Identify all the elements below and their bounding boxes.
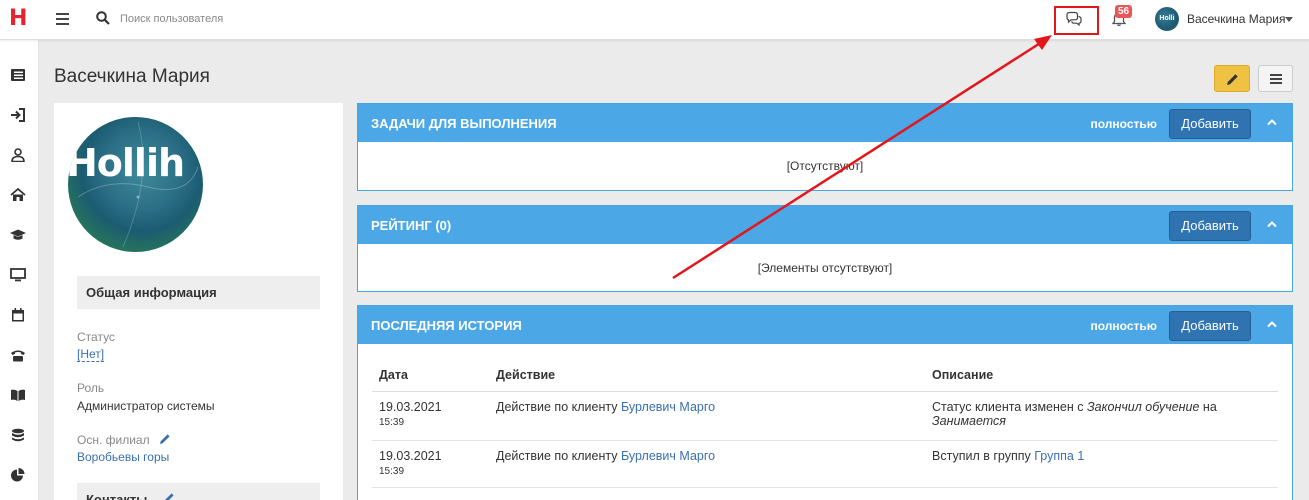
status-label: Статус (77, 330, 115, 344)
client-link[interactable]: Бурлевич Марго (621, 400, 715, 414)
history-panel-header: ПОСЛЕДНЯЯ ИСТОРИЯ полностью Добавить (358, 306, 1292, 344)
row-date: 19.03.2021 (379, 448, 442, 463)
phone-icon[interactable] (10, 348, 26, 362)
profile-avatar: Hollih (68, 117, 203, 252)
user-icon[interactable] (10, 148, 26, 162)
tasks-collapse-chevron-icon[interactable] (1267, 118, 1277, 126)
history-add-button[interactable]: Добавить (1169, 311, 1251, 341)
history-table: Дата Действие Описание 19.03.2021 15:39 Д… (372, 360, 1278, 488)
row-description-cell: Статус клиента изменен с Закончил обучен… (925, 391, 1278, 441)
column-header-date: Дата (372, 360, 489, 392)
rating-collapse-chevron-icon[interactable] (1267, 220, 1277, 228)
tasks-add-button[interactable]: Добавить (1169, 109, 1251, 139)
edit-button[interactable] (1214, 65, 1250, 92)
row-date: 19.03.2021 (379, 399, 442, 414)
graduation-cap-icon[interactable] (10, 228, 26, 242)
rating-panel: РЕЙТИНГ (0) Добавить [Элементы отсутству… (357, 205, 1293, 292)
table-row: 19.03.2021 15:39 Действие по клиенту Бурл… (372, 391, 1278, 441)
user-menu-caret-icon[interactable] (1285, 17, 1293, 22)
search-icon (96, 11, 110, 25)
contacts-header: Контакты (77, 483, 320, 500)
tasks-empty-text: [Отсутствуют] (786, 159, 864, 173)
row-action-cell: Действие по клиенту Бурлевич Марго (489, 440, 925, 488)
monitor-icon[interactable] (10, 268, 26, 282)
tasks-panel-title: ЗАДАЧИ ДЛЯ ВЫПОЛНЕНИЯ (371, 116, 557, 131)
column-header-description: Описание (925, 360, 1278, 392)
top-bar: H 56 Holli Васечкина Мария (0, 0, 1309, 40)
branch-value-link[interactable]: Воробьевы горы (77, 450, 169, 464)
row-desc-mid: на (1202, 399, 1217, 414)
row-desc-prefix: Вступил в группу (932, 448, 1031, 463)
calendar-icon[interactable] (10, 308, 26, 322)
rating-panel-header: РЕЙТИНГ (0) Добавить (358, 206, 1292, 244)
user-menu-name[interactable]: Васечкина Мария (1187, 12, 1285, 26)
status-value-link[interactable]: [Нет] (77, 347, 105, 362)
role-value: Администратор системы (77, 399, 215, 413)
row-date-cell: 19.03.2021 15:39 (372, 391, 489, 441)
row-time: 15:39 (379, 416, 405, 428)
user-search-input[interactable] (120, 11, 380, 27)
database-icon[interactable] (10, 428, 26, 442)
edit-contacts-pencil-icon[interactable] (163, 492, 175, 500)
rating-add-button[interactable]: Добавить (1169, 211, 1251, 241)
sidebar (0, 40, 39, 500)
history-panel-title: ПОСЛЕДНЯЯ ИСТОРИЯ (371, 318, 522, 333)
client-link[interactable]: Бурлевич Марго (621, 449, 715, 463)
chat-icon[interactable] (1065, 11, 1083, 27)
tasks-panel: ЗАДАЧИ ДЛЯ ВЫПОЛНЕНИЯ полностью Добавить… (357, 103, 1293, 191)
role-label: Роль (77, 381, 105, 395)
edit-branch-pencil-icon[interactable] (159, 433, 171, 445)
rating-panel-title: РЕЙТИНГ (0) (371, 218, 452, 233)
notifications-badge: 56 (1115, 5, 1133, 18)
history-collapse-chevron-icon[interactable] (1267, 320, 1277, 328)
row-action-cell: Действие по клиенту Бурлевич Марго (489, 391, 925, 441)
row-desc-to-status: Занимается (932, 413, 1006, 428)
row-date-cell: 19.03.2021 15:39 (372, 440, 489, 488)
menu-toggle-icon[interactable] (56, 13, 69, 25)
list-icon[interactable] (10, 68, 26, 82)
row-time: 15:39 (379, 465, 405, 477)
pencil-icon (1227, 74, 1238, 85)
more-menu-button[interactable] (1258, 65, 1293, 92)
history-full-link[interactable]: полностью (1091, 319, 1158, 333)
book-icon[interactable] (10, 388, 26, 402)
contacts-header-label: Контакты (86, 492, 148, 500)
table-row: 19.03.2021 15:39 Действие по клиенту Бурл… (372, 440, 1278, 488)
rating-empty-text: [Элементы отсутствуют] (757, 261, 893, 275)
home-icon[interactable] (10, 188, 26, 202)
group-link[interactable]: Группа 1 (1034, 449, 1084, 463)
row-desc-prefix: Статус клиента изменен с (932, 399, 1084, 414)
app-logo[interactable]: H (9, 8, 27, 30)
row-action: Действие по клиенту (496, 448, 618, 463)
user-avatar[interactable]: Holli (1155, 7, 1179, 31)
branch-label: Осн. филиал (77, 433, 150, 447)
tasks-full-link[interactable]: полностью (1091, 117, 1158, 131)
general-info-header: Общая информация (77, 276, 320, 309)
column-header-action: Действие (489, 360, 925, 392)
pie-chart-icon[interactable] (10, 468, 26, 482)
history-table-header-row: Дата Действие Описание (372, 360, 1278, 392)
page-title: Васечкина Мария (54, 66, 210, 87)
sign-in-icon[interactable] (10, 108, 26, 122)
tasks-panel-header: ЗАДАЧИ ДЛЯ ВЫПОЛНЕНИЯ полностью Добавить (358, 104, 1292, 142)
row-desc-from-status: Закончил обучение (1086, 399, 1200, 414)
user-avatar-text: Holli (1159, 15, 1175, 22)
row-action: Действие по клиенту (496, 399, 618, 414)
row-description-cell: Вступил в группу Группа 1 (925, 440, 1278, 488)
